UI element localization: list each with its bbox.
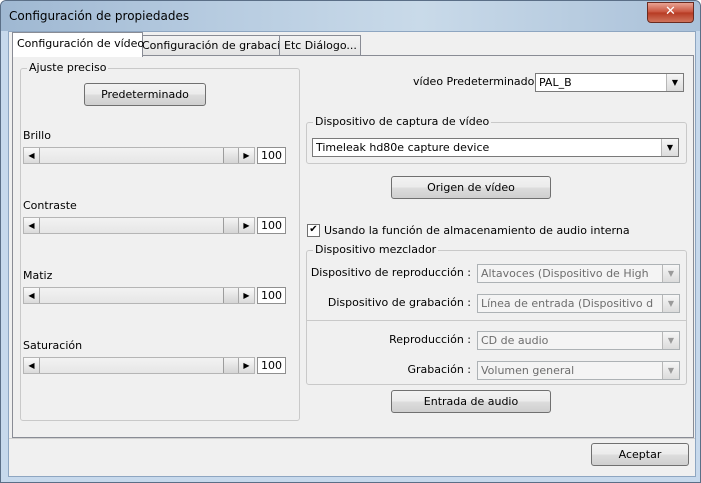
slider-left-arrow-icon[interactable]: ◀ — [24, 358, 40, 373]
chevron-down-icon[interactable]: ▼ — [662, 332, 679, 349]
video-default-value: PAL_B — [539, 76, 572, 89]
chevron-down-icon[interactable]: ▼ — [662, 362, 679, 379]
chevron-down-icon[interactable]: ▼ — [662, 265, 679, 282]
fine-tune-legend: Ajuste preciso — [27, 61, 109, 74]
hue-value[interactable]: 100 — [257, 287, 286, 304]
contrast-label: Contraste — [23, 199, 77, 212]
saturation-label: Saturación — [23, 339, 83, 352]
fine-tune-group: Ajuste preciso Predeterminado Brillo ◀ ▶… — [20, 61, 300, 421]
brightness-label: Brillo — [23, 129, 51, 142]
window-title: Configuración de propiedades — [9, 9, 190, 23]
recording-label: Grabación : — [407, 363, 471, 376]
playback-label: Reproducción : — [389, 333, 471, 346]
dialog-client: Configuración de vídeo Configuración de … — [8, 31, 696, 477]
playback-device-label: Dispositivo de reproducción : — [310, 266, 471, 279]
playback-select[interactable]: CD de audio ▼ — [477, 331, 680, 350]
slider-right-arrow-icon[interactable]: ▶ — [238, 218, 254, 233]
contrast-value[interactable]: 100 — [257, 217, 286, 234]
slider-left-arrow-icon[interactable]: ◀ — [24, 148, 40, 163]
ok-button-label: Aceptar — [618, 448, 662, 461]
contrast-slider[interactable]: ◀ ▶ — [23, 217, 255, 234]
slider-left-arrow-icon[interactable]: ◀ — [24, 218, 40, 233]
properties-window: Configuración de propiedades ✕ Configura… — [0, 0, 701, 483]
default-button[interactable]: Predeterminado — [84, 83, 206, 106]
playback-device-select[interactable]: Altavoces (Dispositivo de High ▼ — [477, 264, 680, 283]
slider-right-arrow-icon[interactable]: ▶ — [238, 148, 254, 163]
mixer-legend: Dispositivo mezclador — [313, 243, 439, 256]
tab-etc-dialog[interactable]: Etc Diálogo... — [279, 35, 361, 56]
saturation-slider[interactable]: ◀ ▶ — [23, 357, 255, 374]
default-button-label: Predeterminado — [101, 88, 189, 101]
recording-value: Volumen general — [481, 364, 575, 377]
tab-label: Configuración de grabación — [142, 39, 294, 52]
hue-label: Matiz — [23, 269, 53, 282]
close-button[interactable]: ✕ — [647, 2, 694, 23]
capture-device-value: Timeleak hd80e capture device — [316, 141, 490, 154]
saturation-value[interactable]: 100 — [257, 357, 286, 374]
slider-right-arrow-icon[interactable]: ▶ — [238, 358, 254, 373]
recording-device-label: Dispositivo de grabación : — [327, 296, 471, 309]
chevron-down-icon[interactable]: ▼ — [666, 74, 683, 91]
hue-slider[interactable]: ◀ ▶ — [23, 287, 255, 304]
internal-audio-checkbox[interactable]: ✔ — [307, 224, 320, 237]
capture-device-group: Dispositivo de captura de vídeo Timeleak… — [306, 115, 687, 164]
slider-left-arrow-icon[interactable]: ◀ — [24, 288, 40, 303]
brightness-value[interactable]: 100 — [257, 147, 286, 164]
playback-value: CD de audio — [481, 334, 549, 347]
title-bar[interactable]: Configuración de propiedades ✕ — [1, 1, 700, 31]
mixer-divider — [307, 320, 686, 321]
tab-recording-settings[interactable]: Configuración de grabación — [137, 35, 294, 56]
recording-select[interactable]: Volumen general ▼ — [477, 361, 680, 380]
internal-audio-label[interactable]: Usando la función de almacenamiento de a… — [324, 224, 630, 237]
tab-label: Etc Diálogo... — [284, 39, 357, 52]
video-source-label: Origen de vídeo — [427, 181, 515, 194]
video-settings-panel: Ajuste preciso Predeterminado Brillo ◀ ▶… — [12, 55, 694, 438]
playback-device-value: Altavoces (Dispositivo de High — [481, 267, 649, 280]
chevron-down-icon[interactable]: ▼ — [661, 139, 678, 156]
video-default-label: vídeo Predeterminado : — [413, 75, 542, 88]
video-source-button[interactable]: Origen de vídeo — [391, 176, 551, 199]
tab-video-settings[interactable]: Configuración de vídeo — [12, 32, 145, 57]
close-icon: ✕ — [665, 4, 676, 19]
ok-button[interactable]: Aceptar — [591, 443, 689, 466]
slider-right-arrow-icon[interactable]: ▶ — [238, 288, 254, 303]
chevron-down-icon[interactable]: ▼ — [662, 295, 679, 312]
recording-device-value: Línea de entrada (Dispositivo d — [481, 297, 654, 310]
audio-input-button[interactable]: Entrada de audio — [391, 390, 551, 413]
capture-device-select[interactable]: Timeleak hd80e capture device ▼ — [312, 138, 679, 157]
footer-divider — [9, 438, 695, 439]
recording-device-select[interactable]: Línea de entrada (Dispositivo d ▼ — [477, 294, 680, 313]
capture-device-legend: Dispositivo de captura de vídeo — [313, 115, 492, 128]
audio-input-label: Entrada de audio — [423, 395, 519, 408]
mixer-device-group: Dispositivo mezclador Dispositivo de rep… — [306, 243, 687, 385]
check-icon: ✔ — [309, 224, 318, 235]
tab-label: Configuración de vídeo — [17, 37, 145, 50]
video-default-select[interactable]: PAL_B ▼ — [535, 73, 684, 92]
brightness-slider[interactable]: ◀ ▶ — [23, 147, 255, 164]
